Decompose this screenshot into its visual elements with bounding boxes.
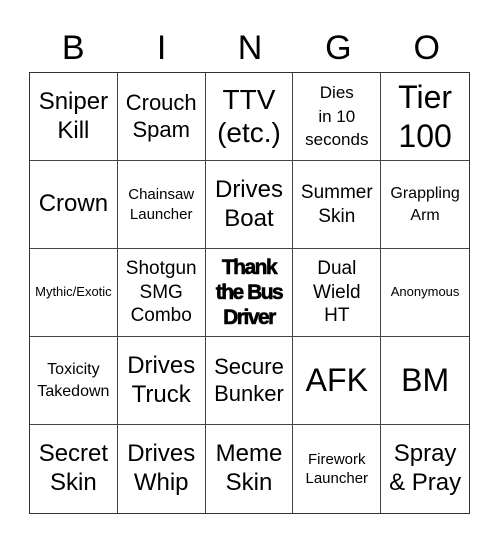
bingo-header: B I N G O [29, 20, 471, 72]
bingo-cell[interactable]: Chainsaw Launcher [117, 161, 206, 249]
bingo-cell[interactable]: Drives Boat [205, 161, 294, 249]
bingo-cell[interactable]: Tier 100 [381, 73, 469, 161]
bingo-cell[interactable]: Anonymous [381, 249, 469, 337]
bingo-cell[interactable]: Crouch Spam [117, 73, 206, 161]
bingo-cell[interactable]: TTV (etc.) [205, 73, 294, 161]
bingo-cell[interactable]: Toxicity Takedown [30, 337, 118, 425]
header-letter-g: G [325, 29, 352, 67]
header-letter-n: N [237, 29, 263, 67]
bingo-cell[interactable]: Sniper Kill [30, 73, 118, 161]
bingo-cell[interactable]: Dies in 10 seconds [293, 73, 382, 161]
bingo-cell[interactable]: Shotgun SMG Combo [117, 249, 206, 337]
bingo-cell[interactable]: Drives Whip [118, 425, 206, 513]
bingo-cell[interactable]: Meme Skin [206, 425, 294, 513]
bingo-grid: Sniper Kill Crouch Spam TTV (etc.) Dies … [29, 72, 470, 514]
header-letter-i: I [156, 29, 167, 67]
bingo-cell[interactable]: AFK [293, 337, 382, 425]
bingo-cell[interactable]: Mythic/Exotic [30, 249, 118, 337]
bingo-cell[interactable]: Grappling Arm [381, 161, 469, 249]
bingo-cell[interactable]: Secret Skin [30, 425, 118, 513]
bingo-cell[interactable]: Crown [30, 161, 118, 249]
header-letter-b: B [61, 29, 85, 67]
bingo-cell[interactable]: Secure Bunker [205, 337, 294, 425]
bingo-cell[interactable]: Firework Launcher [293, 425, 382, 513]
bingo-cell[interactable]: Summer Skin [293, 161, 382, 249]
bingo-cell[interactable]: BM [381, 337, 469, 425]
free-space-cell[interactable]: Thank the Bus Driver [205, 249, 294, 337]
bingo-cell[interactable]: Spray & Pray [381, 425, 469, 513]
bingo-cell[interactable]: Dual Wield HT [293, 249, 382, 337]
bingo-cell[interactable]: Drives Truck [117, 337, 206, 425]
header-letter-o: O [413, 29, 440, 67]
